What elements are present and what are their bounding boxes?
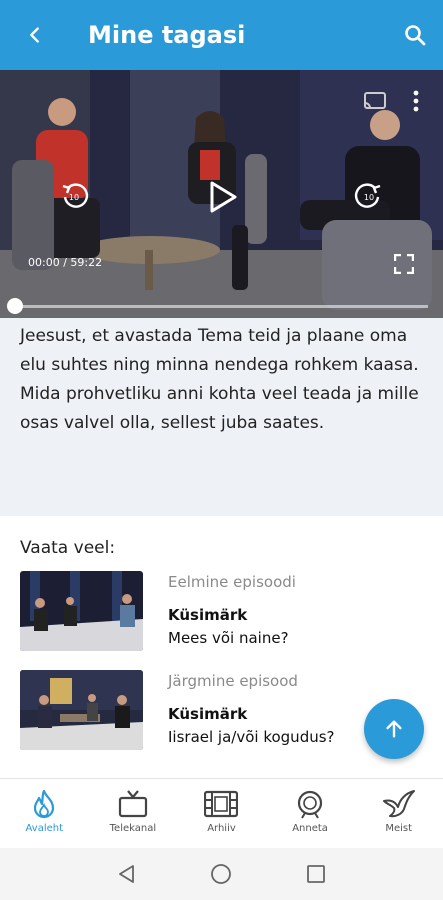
more-options-button[interactable] — [404, 86, 428, 116]
svg-text:10: 10 — [364, 193, 374, 202]
episode-kind: Järgmine episood — [168, 672, 298, 690]
description-text: Jeesust, et avastada Tema teid ja plaane… — [20, 326, 419, 433]
back-button[interactable] — [0, 0, 70, 70]
search-icon — [405, 25, 426, 46]
tab-avaleht[interactable]: Avaleht — [0, 779, 89, 848]
rewind-10-button[interactable]: 10 — [56, 178, 92, 214]
replay-10-icon: 10 — [62, 183, 89, 208]
seek-bar[interactable] — [15, 305, 428, 308]
cast-button[interactable] — [360, 86, 390, 116]
back-triangle-icon[interactable] — [117, 864, 137, 884]
episode-name: Iisrael ja/või kogudus? — [168, 728, 335, 746]
episode-show: Küsimärk — [168, 705, 248, 723]
fullscreen-icon — [394, 254, 414, 274]
fullscreen-button[interactable] — [390, 250, 418, 278]
bottom-tab-bar: Avaleht Telekanal Arhiiv Anneta Meist — [0, 778, 443, 848]
tab-arhiiv[interactable]: Arhiiv — [177, 779, 266, 848]
page-title: Mine tagasi — [88, 21, 246, 49]
episode-thumbnail — [20, 670, 143, 750]
play-button[interactable] — [200, 174, 246, 220]
video-player[interactable]: 10 10 00:00 / 59:22 — [0, 70, 443, 318]
forward-10-icon: 10 — [354, 183, 381, 208]
bird-icon — [382, 790, 415, 818]
search-button[interactable] — [387, 0, 443, 70]
tab-anneta[interactable]: Anneta — [266, 779, 355, 848]
episode-thumbnail — [20, 571, 143, 651]
arrow-up-icon — [386, 720, 402, 738]
more-vertical-icon — [413, 90, 419, 112]
tab-label: Avaleht — [25, 823, 64, 834]
system-navigation-bar — [0, 848, 443, 900]
tab-meist[interactable]: Meist — [354, 779, 443, 848]
episode-item-previous[interactable]: Eelmine episoodi Küsimärk Mees või naine… — [20, 571, 420, 651]
home-circle-icon[interactable] — [210, 863, 232, 885]
episode-show: Küsimärk — [168, 606, 248, 624]
tab-telekanal[interactable]: Telekanal — [89, 779, 178, 848]
flame-icon — [34, 789, 55, 819]
tab-label: Arhiiv — [207, 823, 236, 834]
episode-description: Jeesust, et avastada Tema teid ja plaane… — [0, 318, 443, 516]
seek-handle[interactable] — [7, 298, 23, 314]
more-header: Vaata veel: — [20, 538, 116, 558]
arrow-back-icon — [30, 27, 39, 43]
episode-kind: Eelmine episoodi — [168, 573, 296, 591]
episode-name: Mees või naine? — [168, 629, 289, 647]
donate-icon — [297, 790, 323, 819]
svg-text:10: 10 — [69, 193, 79, 202]
playback-time: 00:00 / 59:22 — [28, 256, 103, 269]
forward-10-button[interactable]: 10 — [351, 178, 387, 214]
tab-label: Telekanal — [109, 823, 157, 834]
episode-item-next[interactable]: Järgmine episood Küsimärk Iisrael ja/või… — [20, 670, 420, 750]
tab-label: Anneta — [292, 823, 328, 834]
play-icon — [210, 181, 237, 213]
tv-icon — [118, 790, 147, 818]
recents-square-icon[interactable] — [306, 864, 326, 884]
scroll-to-top-button[interactable] — [364, 699, 424, 759]
film-icon — [204, 790, 239, 818]
tab-label: Meist — [385, 823, 413, 834]
app-bar: Mine tagasi — [0, 0, 443, 70]
cast-icon — [364, 92, 386, 109]
